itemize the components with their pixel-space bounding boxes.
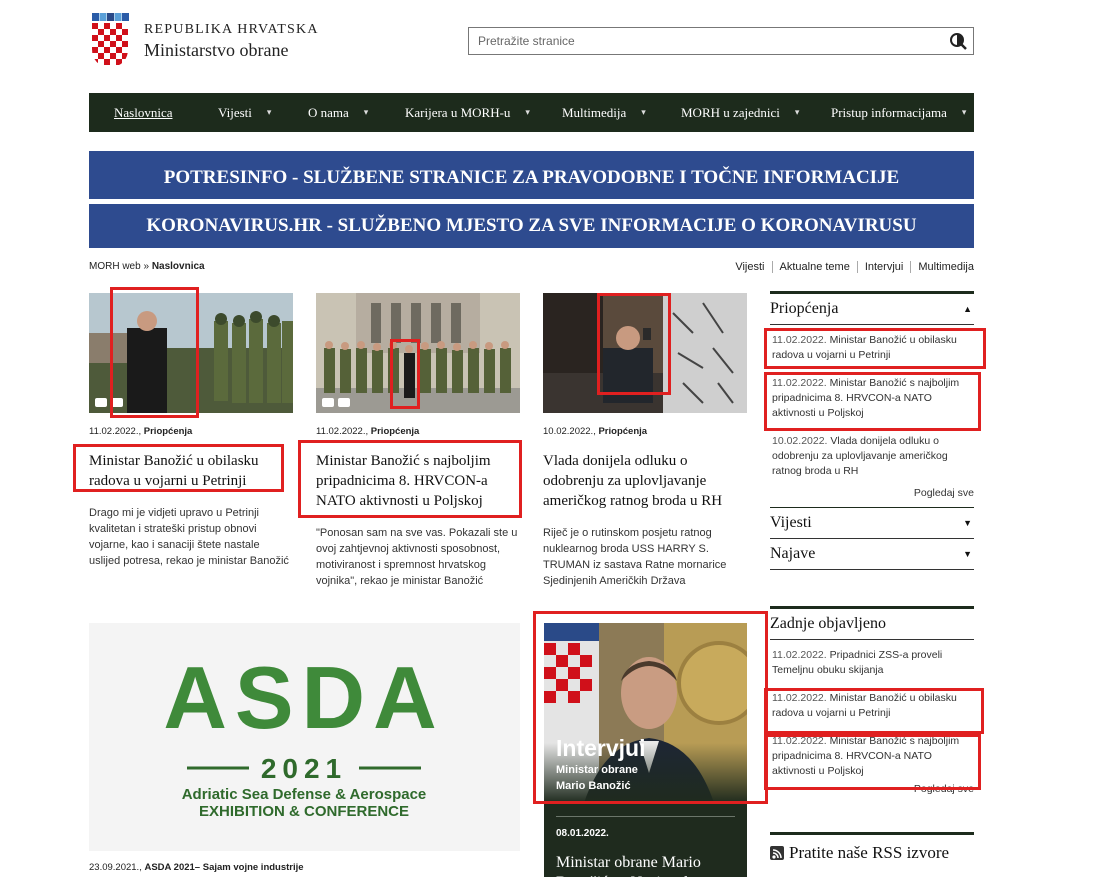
video-icon: [338, 398, 350, 407]
video-icon: [111, 398, 123, 407]
najave-header[interactable]: Najave ▼: [770, 539, 974, 570]
nav-item-naslovnica[interactable]: Naslovnica: [114, 105, 218, 121]
search-box: [468, 27, 974, 55]
nav-item-morh-u-zajednici[interactable]: MORH u zajednici ▾: [681, 105, 831, 121]
breadcrumb-current: Naslovnica: [151, 261, 205, 272]
article-title[interactable]: Ministar Banožić s najboljim pripadnicim…: [316, 451, 520, 511]
asda-caption[interactable]: 23.09.2021., ASDA 2021– Sajam vojne indu…: [89, 862, 304, 873]
rss-header[interactable]: Pratite naše RSS izvore: [770, 832, 974, 863]
article-category[interactable]: Priopćenja: [371, 426, 420, 437]
breadcrumb-separator: »: [140, 261, 152, 272]
article-date: 10.02.2022.: [543, 426, 594, 437]
nav-item-pristup-informacijama[interactable]: Pristup informacijama ▾: [831, 105, 966, 121]
article-card[interactable]: 11.02.2022., Priopćenja Ministar Banožić…: [316, 293, 520, 589]
nav-item-vijesti[interactable]: Vijesti ▾: [218, 105, 308, 121]
asda-logo: ASDA: [163, 648, 444, 747]
quick-links: Vijesti Aktualne teme Intervjui Multimed…: [728, 261, 974, 273]
article-card[interactable]: 11.02.2022., Priopćenja Ministar Banožić…: [89, 293, 293, 569]
sidebar-news-item[interactable]: 11.02.2022. Ministar Banožić s najboljim…: [770, 721, 974, 779]
site-logo[interactable]: REPUBLIKA HRVATSKA Ministarstvo obrane: [90, 13, 319, 68]
interview-subtitle: Ministar obrane: [556, 764, 638, 776]
croatian-coat-of-arms-icon: [92, 13, 129, 68]
asda-subtitle-1: Adriatic Sea Defense & Aerospace: [182, 786, 427, 803]
potresinfo-banner[interactable]: POTRESINFO - SLUŽBENE STRANICE ZA PRAVOD…: [89, 151, 974, 199]
chevron-down-icon: ▾: [266, 107, 272, 117]
nav-item-o-nama[interactable]: O nama ▾: [308, 105, 405, 121]
asda-subtitle-2: EXHIBITION & CONFERENCE: [199, 803, 409, 820]
see-all-link[interactable]: Pogledaj sve: [770, 783, 974, 795]
chevron-down-icon: ▾: [525, 107, 530, 117]
chevron-down-icon: ▾: [794, 107, 800, 117]
chevron-down-icon: ▾: [961, 107, 967, 117]
search-icon[interactable]: [949, 32, 967, 50]
article-title[interactable]: Ministar Banožić u obilasku radova u voj…: [89, 451, 293, 491]
sidebar-news-item[interactable]: 11.02.2022. Ministar Banožić u obilasku …: [770, 678, 974, 721]
expand-down-icon: ▼: [963, 518, 972, 528]
nav-item-karijera[interactable]: Karijera u MORH-u ▾: [405, 105, 562, 121]
quicklink-intervjui[interactable]: Intervjui: [858, 261, 912, 273]
rss-icon: [770, 846, 784, 860]
expand-down-icon: ▼: [963, 549, 972, 559]
divider: [556, 816, 735, 817]
interview-label: Intervjui Ministar obrane Mario Banožić: [556, 735, 645, 794]
koronavirus-banner[interactable]: KORONAVIRUS.HR - SLUŽBENO MJESTO ZA SVE …: [89, 204, 974, 248]
interview-subtitle: Mario Banožić: [556, 780, 631, 792]
priopcenja-header[interactable]: Priopćenja ▲: [770, 291, 974, 325]
interview-photo: Intervjui Ministar obrane Mario Banožić: [544, 623, 747, 803]
collapse-up-icon: ▲: [963, 304, 972, 314]
breadcrumb-root[interactable]: MORH web: [89, 261, 141, 272]
article-lead: Drago mi je vidjeti upravo u Petrinji kv…: [89, 507, 289, 567]
quicklink-aktualne-teme[interactable]: Aktualne teme: [773, 261, 858, 273]
sidebar-news-item[interactable]: 11.02.2022. Pripadnici ZSS-a proveli Tem…: [770, 640, 974, 678]
sidebar-news-item[interactable]: 11.02.2022. Ministar Banožić s najboljim…: [770, 363, 974, 421]
quicklink-multimedija[interactable]: Multimedija: [911, 261, 974, 273]
sidebar-news-item[interactable]: 10.02.2022. Vlada donijela odluku o odob…: [770, 421, 974, 479]
sidebar-priopcenja: Priopćenja ▲ 11.02.2022. Ministar Banožić…: [770, 291, 974, 570]
asda-banner[interactable]: ASDA 2021 Adriatic Sea Defense & Aerospa…: [89, 623, 520, 851]
article-date: 11.02.2022.: [89, 426, 139, 437]
see-all-link[interactable]: Pogledaj sve: [770, 487, 974, 499]
interview-heading: Intervjui: [556, 735, 646, 761]
article-category[interactable]: Priopćenja: [598, 426, 647, 437]
camera-icon: [322, 398, 334, 407]
zadnje-header: Zadnje objavljeno: [770, 606, 974, 640]
article-category[interactable]: Priopćenja: [144, 426, 193, 437]
breadcrumb: MORH web » Naslovnica: [89, 261, 205, 272]
article-title[interactable]: Vlada donijela odluku o odobrenju za upl…: [543, 451, 747, 511]
article-image[interactable]: [543, 293, 747, 413]
chevron-down-icon: ▾: [363, 107, 369, 117]
svg-text:ASDA: ASDA: [163, 648, 444, 747]
nav-item-multimedija[interactable]: Multimedija ▾: [562, 105, 681, 121]
interview-date: 08.01.2022.: [556, 828, 609, 839]
article-lead: "Ponosan sam na sve vas. Pokazali ste u …: [316, 527, 518, 587]
country-name: REPUBLIKA HRVATSKA: [144, 22, 319, 37]
asda-year: 2021: [261, 753, 347, 784]
vijesti-header[interactable]: Vijesti ▼: [770, 507, 974, 539]
chevron-down-icon: ▾: [641, 107, 646, 117]
interview-title[interactable]: Ministar obrane Mario Banožić za Naciona…: [556, 853, 736, 877]
article-lead: Riječ je o rutinskom posjetu ratnog nukl…: [543, 527, 727, 587]
article-image[interactable]: [89, 293, 293, 413]
sidebar-news-item[interactable]: 11.02.2022. Ministar Banožić u obilasku …: [770, 325, 974, 363]
camera-icon: [95, 398, 107, 407]
sidebar-zadnje-objavljeno: Zadnje objavljeno 11.02.2022. Pripadnici…: [770, 606, 974, 795]
quicklink-vijesti[interactable]: Vijesti: [728, 261, 773, 273]
ministry-name: Ministarstvo obrane: [144, 40, 289, 60]
interview-card[interactable]: Intervjui Ministar obrane Mario Banožić …: [544, 623, 747, 877]
article-card[interactable]: 10.02.2022., Priopćenja Vlada donijela o…: [543, 293, 747, 589]
main-nav: Naslovnica Vijesti ▾ O nama ▾ Karijera u M…: [89, 93, 974, 132]
article-date: 11.02.2022.: [316, 426, 366, 437]
search-input[interactable]: [469, 28, 929, 54]
article-image[interactable]: [316, 293, 520, 413]
